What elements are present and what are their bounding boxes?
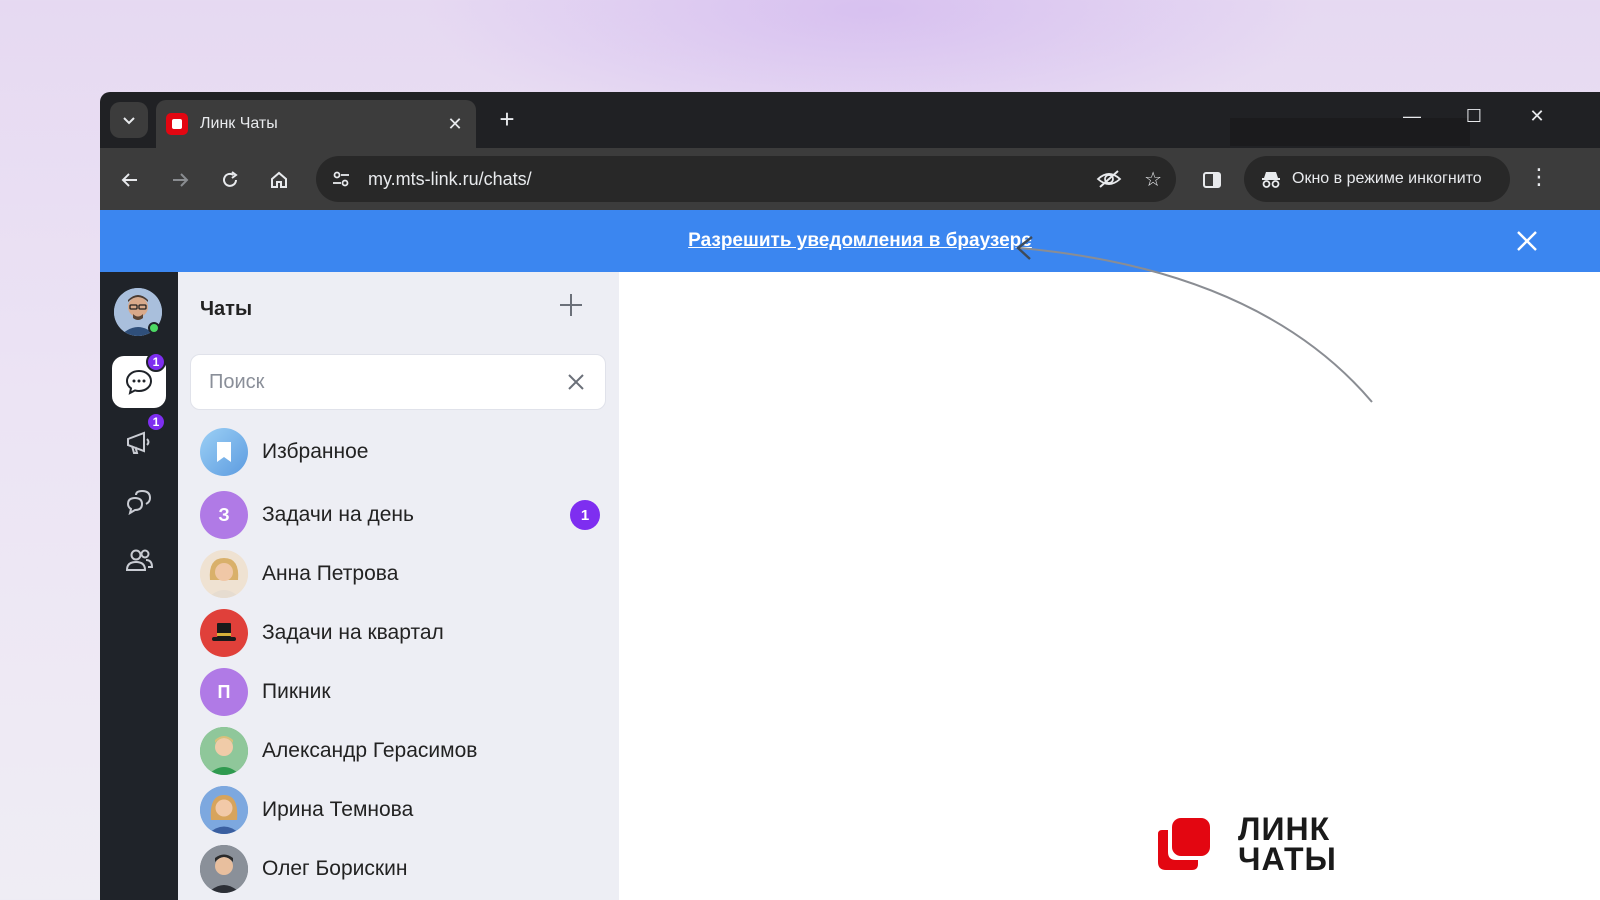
tab-close-icon[interactable]: ✕ <box>444 114 466 135</box>
link-chats-logo: ЛИНК ЧАТЫ <box>1158 811 1337 877</box>
logo-line1: ЛИНК <box>1238 811 1331 847</box>
reload-button[interactable] <box>216 166 244 194</box>
arrow-left-icon <box>121 173 137 187</box>
minimize-button[interactable]: — <box>1397 106 1427 127</box>
maximize-button[interactable]: ☐ <box>1459 106 1489 127</box>
chevron-down-icon <box>123 117 135 125</box>
tab-title: Линк Чаты <box>200 115 278 132</box>
new-tab-button[interactable]: + <box>492 104 522 134</box>
side-panel-button[interactable] <box>1198 166 1226 194</box>
tab-search-button[interactable] <box>110 102 148 138</box>
browser-menu-button[interactable]: ⋮ <box>1528 164 1550 190</box>
home-icon <box>271 171 287 188</box>
browser-toolbar: my.mts-link.ru/chats/ ☆ Окно в режиме ин… <box>100 148 1600 210</box>
close-window-button[interactable]: ✕ <box>1522 106 1552 127</box>
logo-line2: ЧАТЫ <box>1238 841 1337 877</box>
page-content: Разрешить уведомления в браузере 1 1 Чат… <box>100 210 1600 900</box>
forward-button[interactable] <box>166 166 194 194</box>
bookmark-star-icon[interactable]: ☆ <box>1144 167 1162 192</box>
address-bar[interactable]: my.mts-link.ru/chats/ ☆ <box>316 156 1176 202</box>
arrow-right-icon <box>173 173 189 187</box>
side-panel-icon <box>1203 172 1221 188</box>
incognito-indicator[interactable]: Окно в режиме инкогнито <box>1244 156 1510 202</box>
brand-logo-icon <box>1158 818 1210 870</box>
reload-icon <box>223 171 238 187</box>
incognito-label: Окно в режиме инкогнито <box>1292 170 1482 187</box>
tab-strip-area <box>1230 118 1470 146</box>
back-button[interactable] <box>116 166 144 194</box>
incognito-icon <box>1262 172 1280 188</box>
logo-text: ЛИНК ЧАТЫ <box>1238 811 1337 877</box>
url-text[interactable]: my.mts-link.ru/chats/ <box>368 169 1096 190</box>
tab-strip: Линк Чаты ✕ + — ☐ ✕ <box>100 92 1600 148</box>
tab-active[interactable]: Линк Чаты ✕ <box>156 100 476 148</box>
tab-favicon-icon <box>166 113 188 135</box>
browser-window: Линк Чаты ✕ + — ☐ ✕ my.mts-link.ru/chats… <box>100 92 1600 900</box>
home-button[interactable] <box>265 166 293 194</box>
eye-off-icon[interactable] <box>1096 168 1122 190</box>
site-settings-icon[interactable] <box>330 168 352 190</box>
pointer-arrow-icon <box>1016 236 1373 403</box>
